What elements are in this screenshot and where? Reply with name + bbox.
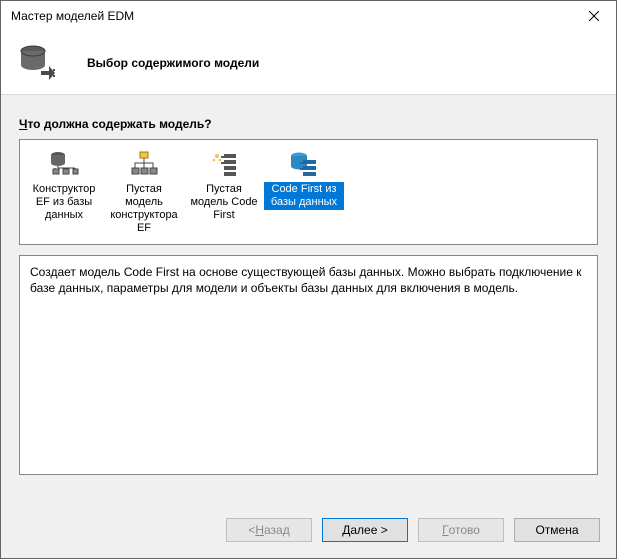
wizard-content: Что должна содержать модель? Конструктор… <box>1 95 616 502</box>
banner-icon <box>15 43 63 83</box>
option-label: Пустая модель конструктора EF <box>104 182 184 236</box>
back-button: < Назад <box>226 518 312 542</box>
next-button[interactable]: Далее > <box>322 518 408 542</box>
close-icon <box>589 11 599 21</box>
option-empty-ef-designer[interactable]: Пустая модель конструктора EF <box>104 146 184 238</box>
database-plug-icon <box>19 43 59 83</box>
codefirst-db-icon <box>264 148 344 182</box>
model-options-list[interactable]: Конструктор EF из базы данных Пустая мод… <box>19 139 598 245</box>
option-label: Пустая модель Code First <box>184 182 264 223</box>
close-button[interactable] <box>571 1 616 31</box>
titlebar: Мастер моделей EDM <box>1 1 616 31</box>
cancel-button[interactable]: Отмена <box>514 518 600 542</box>
option-description: Создает модель Code First на основе суще… <box>19 255 598 475</box>
banner-heading: Выбор содержимого модели <box>87 56 259 70</box>
wizard-banner: Выбор содержимого модели <box>1 31 616 95</box>
option-ef-designer-from-db[interactable]: Конструктор EF из базы данных <box>24 146 104 225</box>
option-label: Конструктор EF из базы данных <box>24 182 104 223</box>
option-empty-code-first[interactable]: Пустая модель Code First <box>184 146 264 225</box>
prompt-label: Что должна содержать модель? <box>19 117 598 131</box>
finish-button: Готово <box>418 518 504 542</box>
db-designer-icon <box>24 148 104 182</box>
option-label: Code First из базы данных <box>264 182 344 210</box>
empty-codefirst-icon <box>184 148 264 182</box>
wizard-buttons: < Назад Далее > Готово Отмена <box>1 502 616 558</box>
option-code-first-from-db[interactable]: Code First из базы данных <box>264 146 344 212</box>
empty-designer-icon <box>104 148 184 182</box>
window-title: Мастер моделей EDM <box>11 9 571 23</box>
